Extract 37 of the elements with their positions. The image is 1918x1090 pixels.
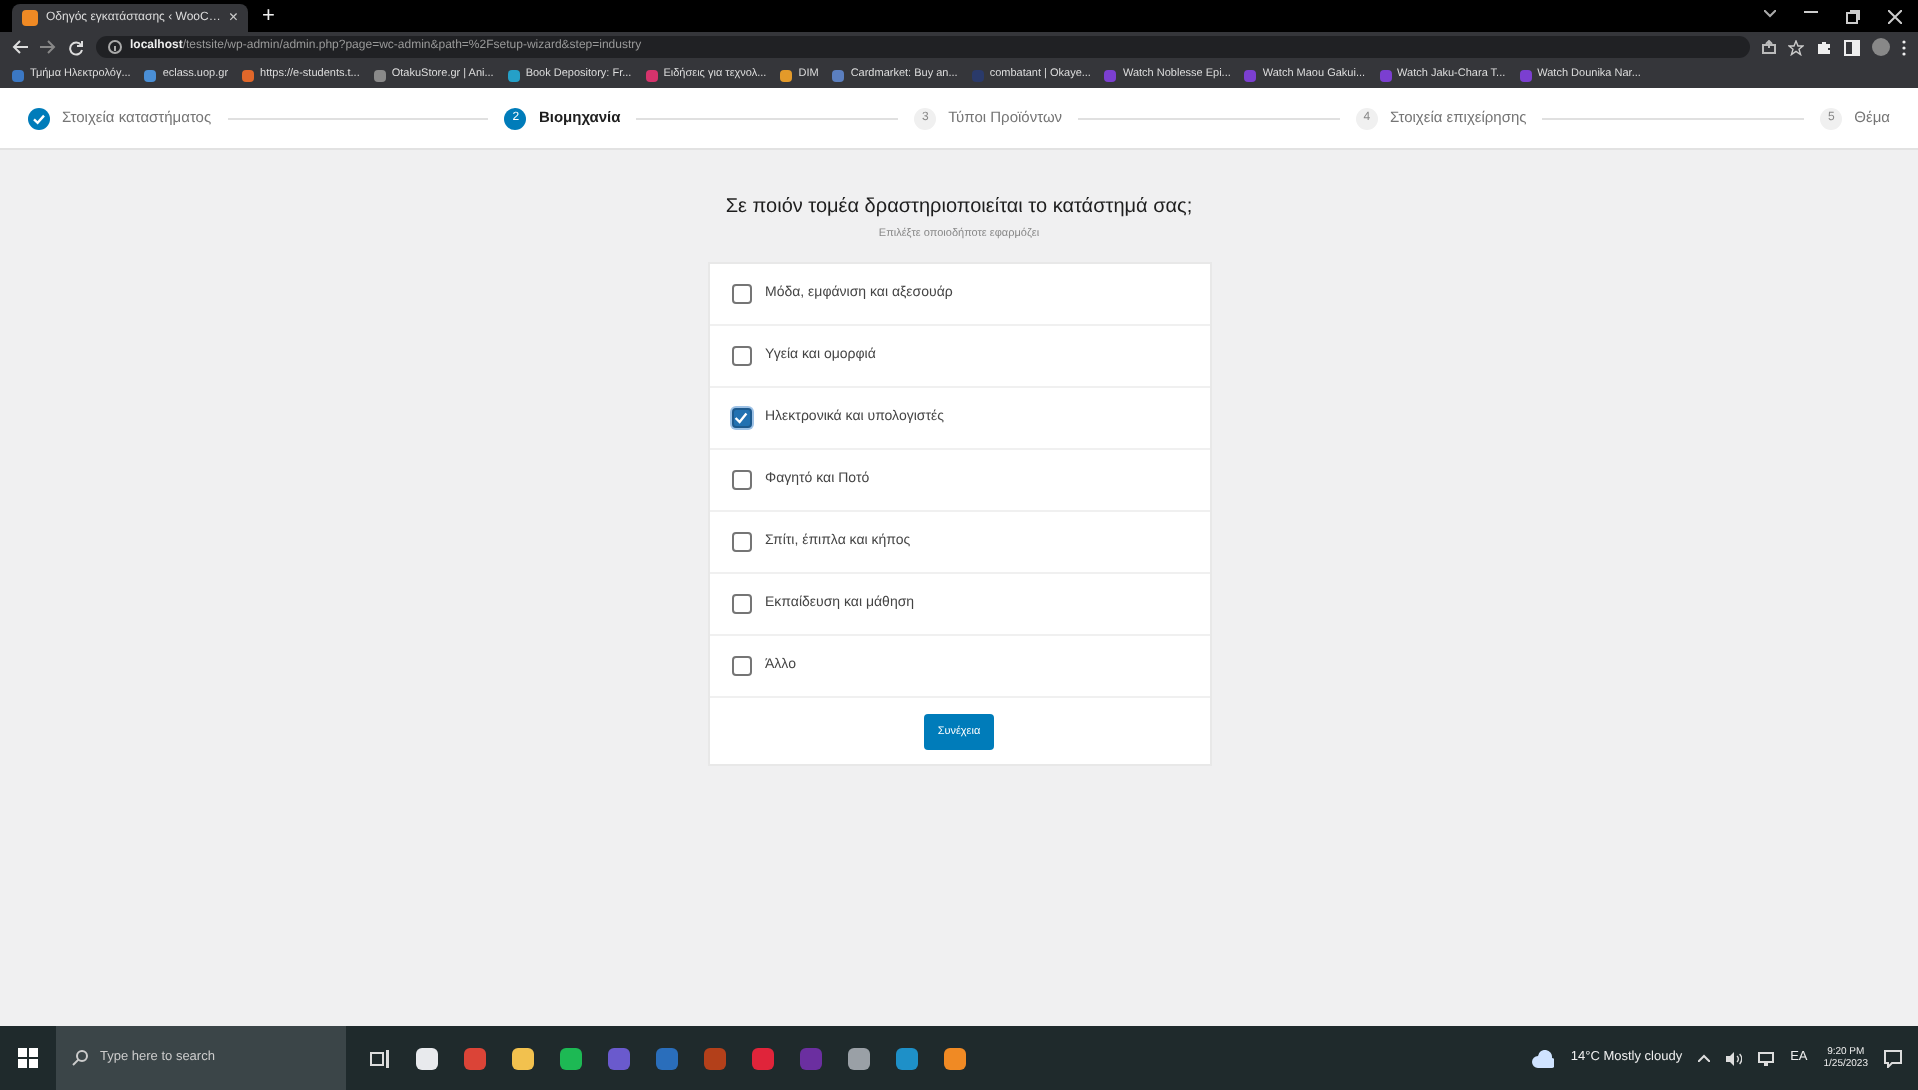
checkbox[interactable] bbox=[731, 408, 751, 429]
windows-start-icon[interactable] bbox=[18, 1048, 38, 1068]
chevron-down-icon[interactable] bbox=[1764, 9, 1776, 17]
app-icon[interactable] bbox=[944, 1047, 966, 1069]
star-icon[interactable] bbox=[1788, 39, 1804, 55]
puzzle-icon[interactable] bbox=[1816, 39, 1832, 55]
notification-icon[interactable] bbox=[1884, 1049, 1902, 1067]
favicon-icon bbox=[22, 10, 38, 26]
app-icon[interactable] bbox=[416, 1047, 438, 1069]
search-icon bbox=[72, 1050, 88, 1066]
back-arrow-icon[interactable] bbox=[12, 40, 28, 54]
minimize-icon[interactable] bbox=[1804, 9, 1818, 13]
chevron-up-icon[interactable] bbox=[1698, 1054, 1711, 1062]
speaker-icon[interactable] bbox=[1726, 1051, 1743, 1065]
forward-arrow-icon[interactable] bbox=[40, 40, 56, 54]
avatar-icon[interactable] bbox=[1872, 38, 1890, 56]
weather-cloud-icon[interactable] bbox=[1532, 1049, 1555, 1067]
app-icon[interactable] bbox=[560, 1047, 582, 1069]
info-icon bbox=[108, 40, 122, 54]
close-icon[interactable] bbox=[1888, 9, 1902, 23]
checkbox[interactable] bbox=[731, 594, 751, 615]
app-icon[interactable] bbox=[848, 1047, 870, 1069]
monitor-icon[interactable] bbox=[1758, 1051, 1775, 1065]
share-icon[interactable] bbox=[1762, 40, 1776, 54]
tab-close-button[interactable]: × bbox=[228, 10, 239, 26]
checkbox[interactable] bbox=[731, 346, 751, 367]
restore-icon[interactable] bbox=[1846, 9, 1860, 23]
task-view-icon[interactable] bbox=[370, 1049, 390, 1067]
reload-icon[interactable] bbox=[68, 39, 84, 55]
checkbox[interactable] bbox=[731, 532, 751, 553]
question-title: Σε ποιόν τομέα δραστηριοποιείται το κατάστημά σας; bbox=[725, 196, 1193, 220]
checkbox[interactable] bbox=[731, 470, 751, 491]
checkbox[interactable] bbox=[731, 656, 751, 677]
new-tab-button[interactable]: + bbox=[256, 6, 281, 32]
app-icon[interactable] bbox=[512, 1047, 534, 1069]
checkbox[interactable] bbox=[731, 284, 751, 305]
side-panel-icon[interactable] bbox=[1844, 39, 1860, 55]
